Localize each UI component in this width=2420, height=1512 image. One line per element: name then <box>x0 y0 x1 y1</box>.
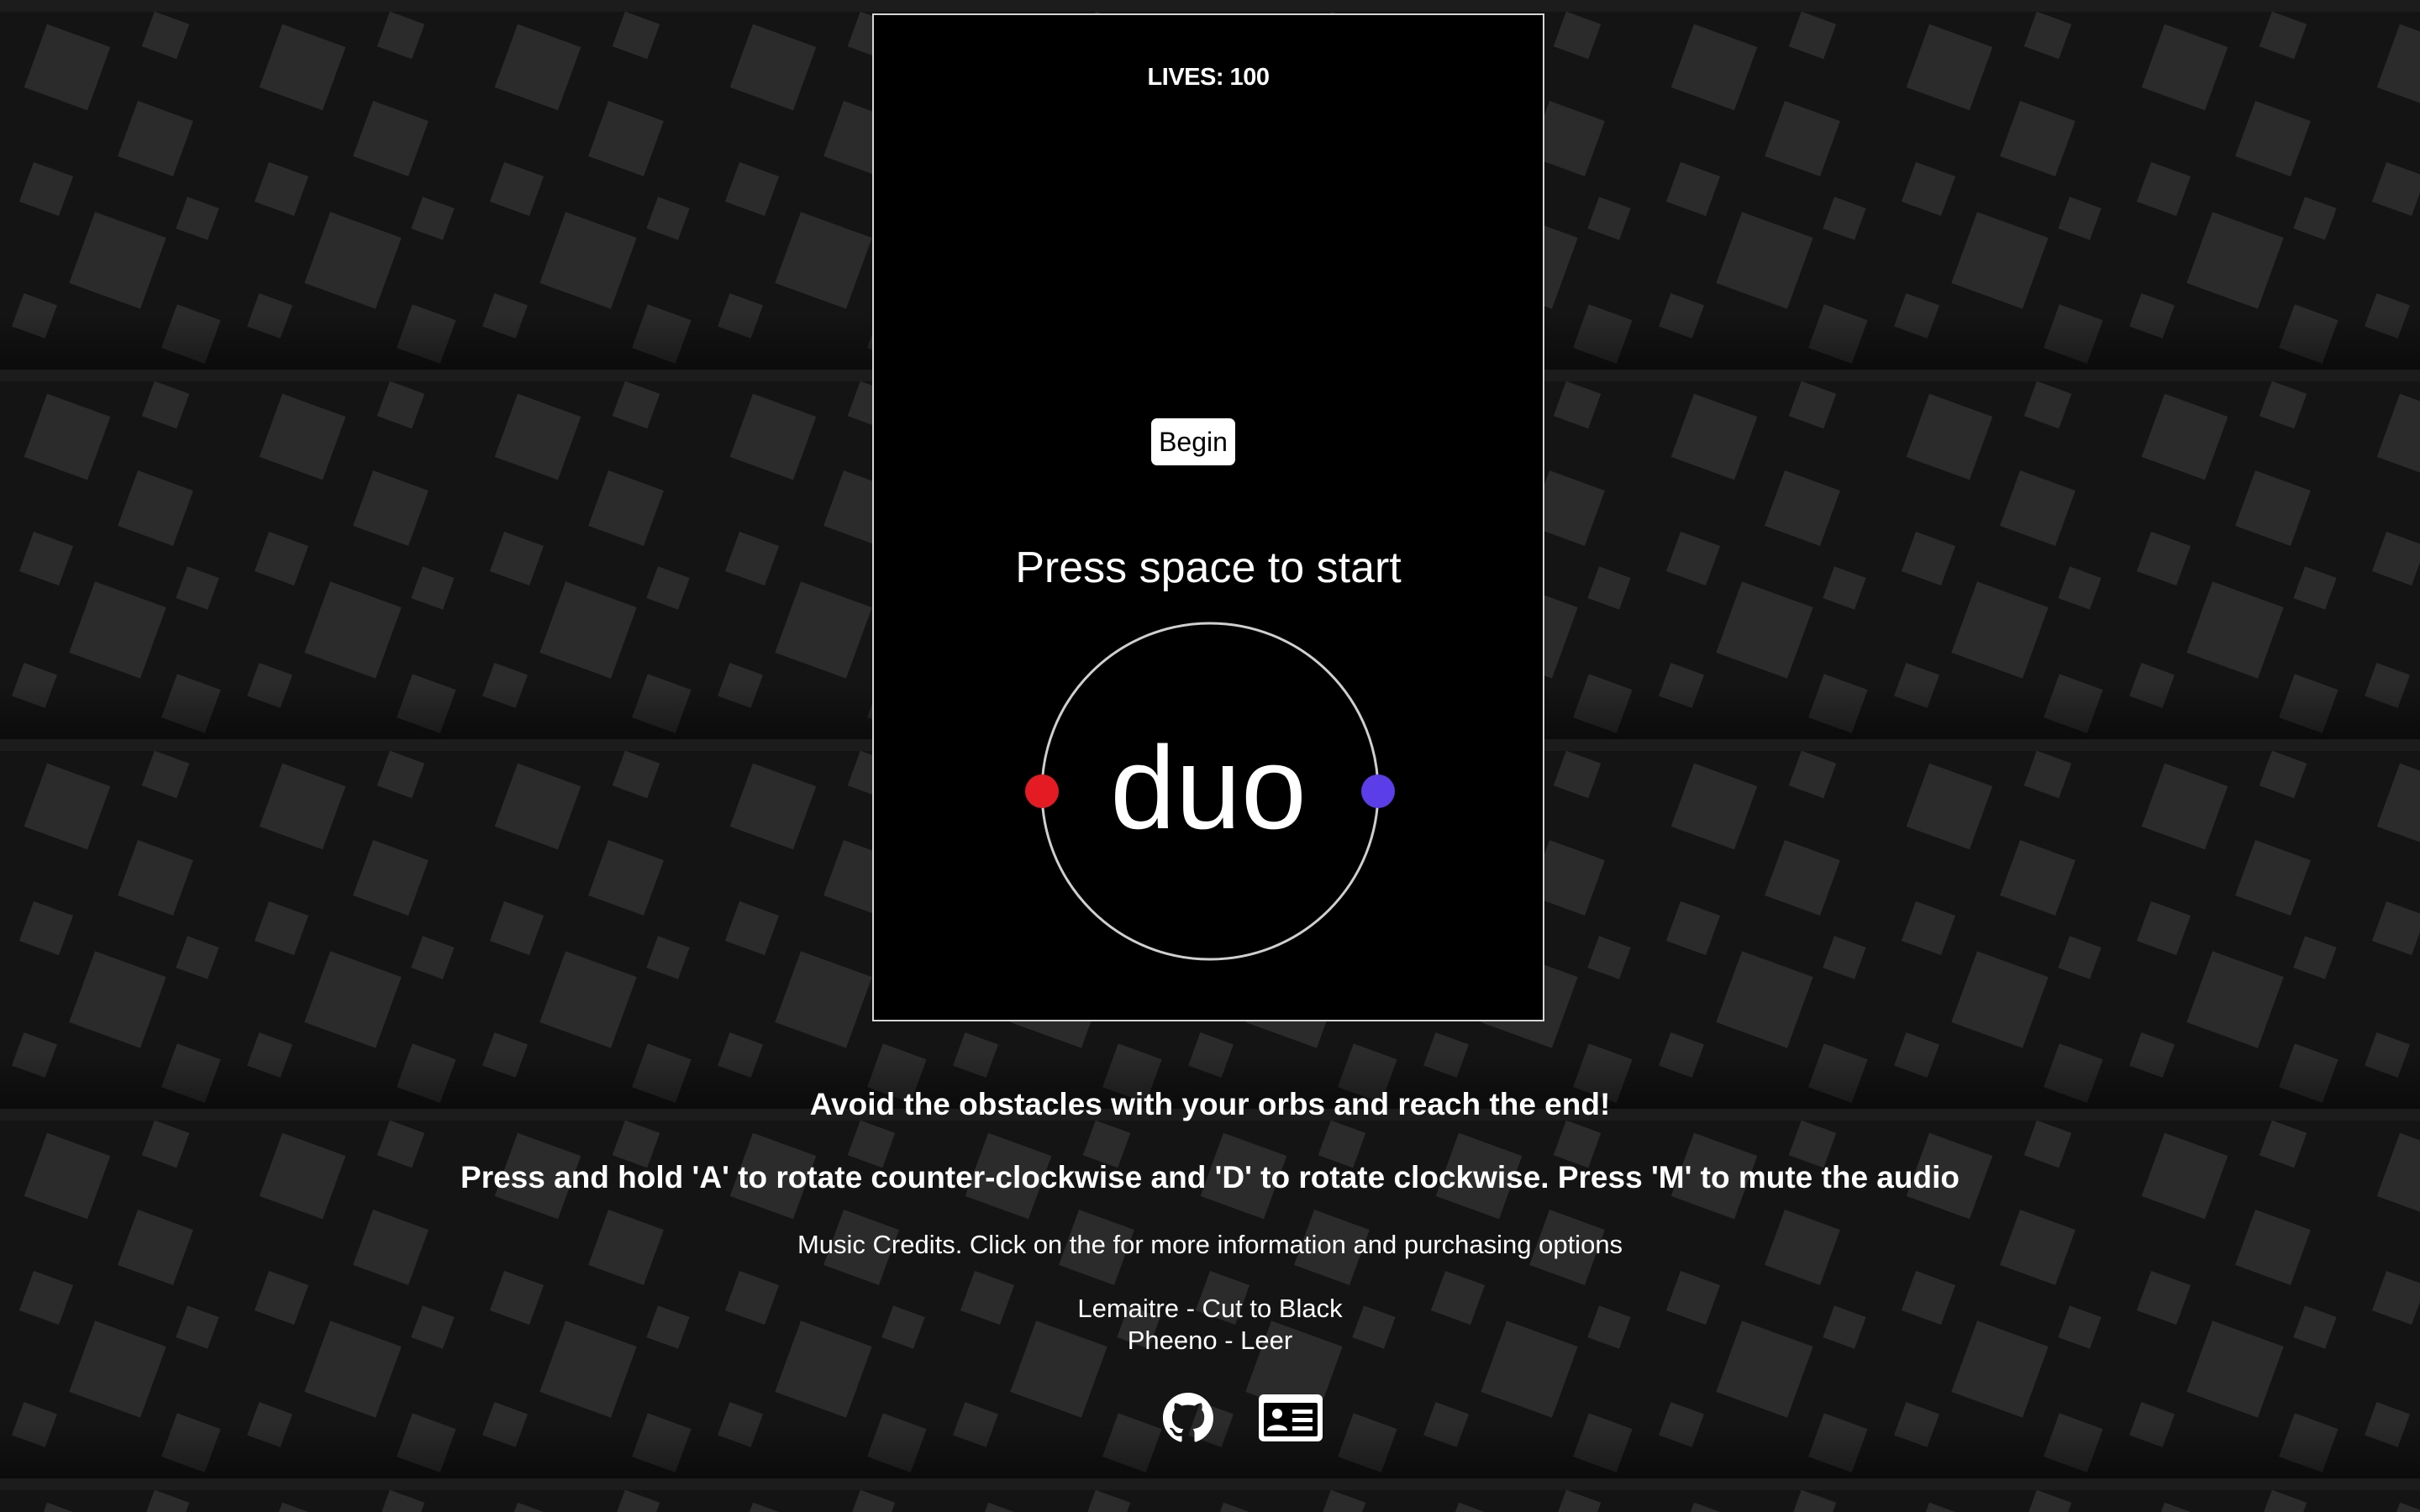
controls-text: Press and hold 'A' to rotate counter-clo… <box>460 1160 1960 1194</box>
music-credits-heading: Music Credits. Click on the for more inf… <box>797 1230 1623 1259</box>
contact-card-link[interactable] <box>1259 1393 1323 1447</box>
music-credit-link[interactable]: Lemaitre - Cut to Black <box>0 1294 2420 1324</box>
game-canvas[interactable]: LIVES: 100 Begin Press space to start du… <box>872 13 1544 1021</box>
music-credit-link[interactable]: Pheeno - Leer <box>0 1326 2420 1356</box>
github-link[interactable] <box>1163 1393 1213 1447</box>
objective-text: Avoid the obstacles with your orbs and r… <box>809 1087 1611 1121</box>
github-icon <box>1163 1393 1213 1442</box>
game-logo: duo <box>1110 722 1307 853</box>
orbit-graphic <box>1025 622 1395 961</box>
contact-card-icon <box>1259 1394 1323 1441</box>
footer-links <box>1160 1393 1328 1448</box>
